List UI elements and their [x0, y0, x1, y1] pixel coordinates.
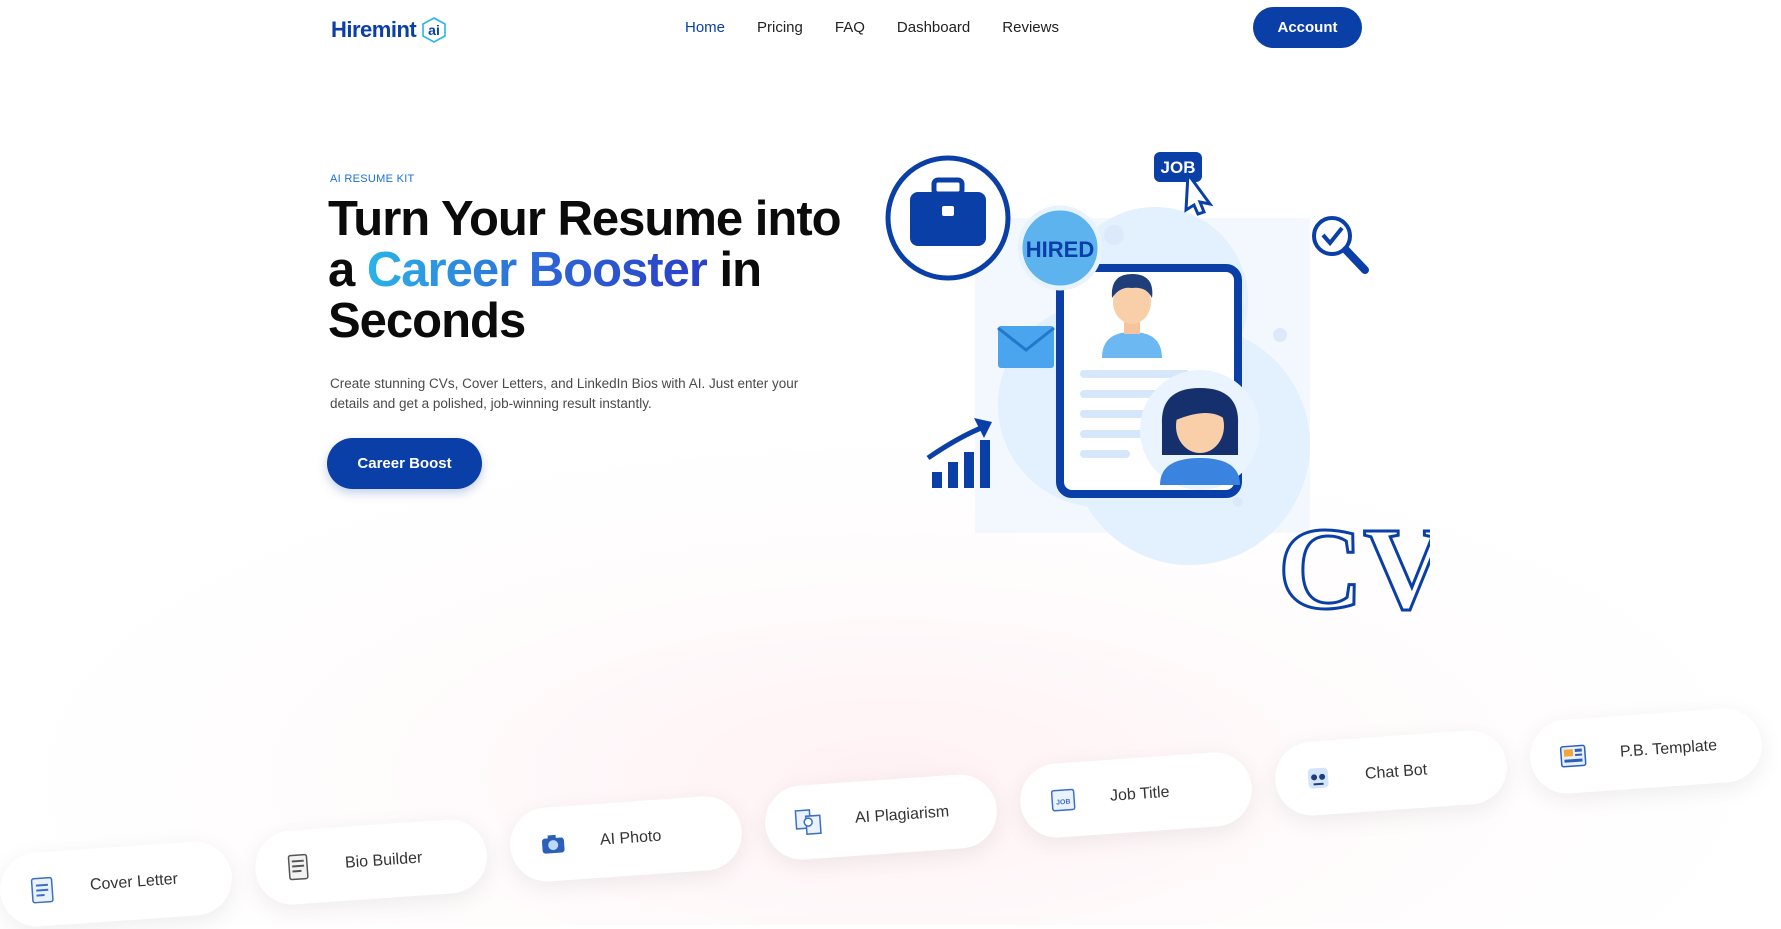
plagiarism-icon [790, 804, 826, 840]
brand-logo[interactable]: Hiremint ai [331, 12, 448, 48]
feature-label: Chat Bot [1364, 761, 1428, 783]
cv-logo-text: CV [1278, 503, 1430, 620]
magnifier-icon [1312, 216, 1369, 274]
camera-icon [535, 826, 571, 862]
hero-title: Turn Your Resume into a Career Booster i… [328, 194, 848, 347]
nav-home[interactable]: Home [669, 18, 741, 38]
feature-chip-ai-plagiarism[interactable]: AI Plagiarism [762, 771, 1000, 863]
template-icon [1555, 738, 1591, 774]
svg-text:JOB: JOB [1056, 799, 1071, 807]
job-title-icon: JOB [1045, 782, 1081, 818]
feature-chip-job-title[interactable]: JOB Job Title [1017, 749, 1255, 841]
job-cursor-icon: JOB [1154, 152, 1214, 216]
hero-eyebrow: AI RESUME KIT [330, 173, 415, 185]
feature-label: Bio Builder [344, 849, 423, 872]
feature-chip-ai-photo[interactable]: AI Photo [507, 793, 745, 885]
hero-description: Create stunning CVs, Cover Letters, and … [330, 376, 799, 411]
feature-label: AI Photo [599, 827, 662, 849]
brand-ai-badge: ai [420, 16, 448, 44]
growth-chart-icon [926, 418, 992, 488]
female-avatar-icon [1140, 370, 1260, 490]
job-label: JOB [1161, 158, 1196, 177]
career-boost-button[interactable]: Career Boost [327, 438, 482, 489]
nav-reviews[interactable]: Reviews [986, 18, 1075, 38]
feature-chip-cover-letter[interactable]: Cover Letter [0, 838, 235, 929]
cover-letter-icon [25, 871, 61, 907]
feature-chip-chat-bot[interactable]: Chat Bot [1272, 727, 1510, 819]
envelope-icon [997, 326, 1055, 368]
hired-badge: HIRED [1026, 237, 1094, 262]
hero-title-highlight: Career Booster [366, 243, 708, 297]
brand-name: Hiremint [331, 17, 417, 42]
brand-suffix: ai [428, 22, 440, 38]
bio-builder-icon [280, 849, 316, 885]
nav-dashboard[interactable]: Dashboard [881, 18, 986, 38]
nav-faq[interactable]: FAQ [819, 18, 881, 38]
feature-chip-bio-builder[interactable]: Bio Builder [252, 816, 490, 908]
feature-label: Cover Letter [89, 870, 179, 894]
cv-logo-icon: CV [1277, 502, 1450, 636]
feature-label: Job Title [1109, 783, 1171, 805]
briefcase-icon [885, 155, 1011, 281]
account-button[interactable]: Account [1253, 7, 1362, 48]
feature-chip-pb-template[interactable]: P.B. Template [1527, 705, 1765, 797]
chat-bot-icon [1300, 760, 1336, 796]
nav-pricing[interactable]: Pricing [741, 18, 819, 38]
feature-label: AI Plagiarism [854, 803, 950, 827]
hero-illustration: HIRED JOB CV [870, 140, 1450, 636]
feature-label: P.B. Template [1619, 737, 1718, 761]
main-nav: Home Pricing FAQ Dashboard Reviews [669, 18, 1075, 38]
